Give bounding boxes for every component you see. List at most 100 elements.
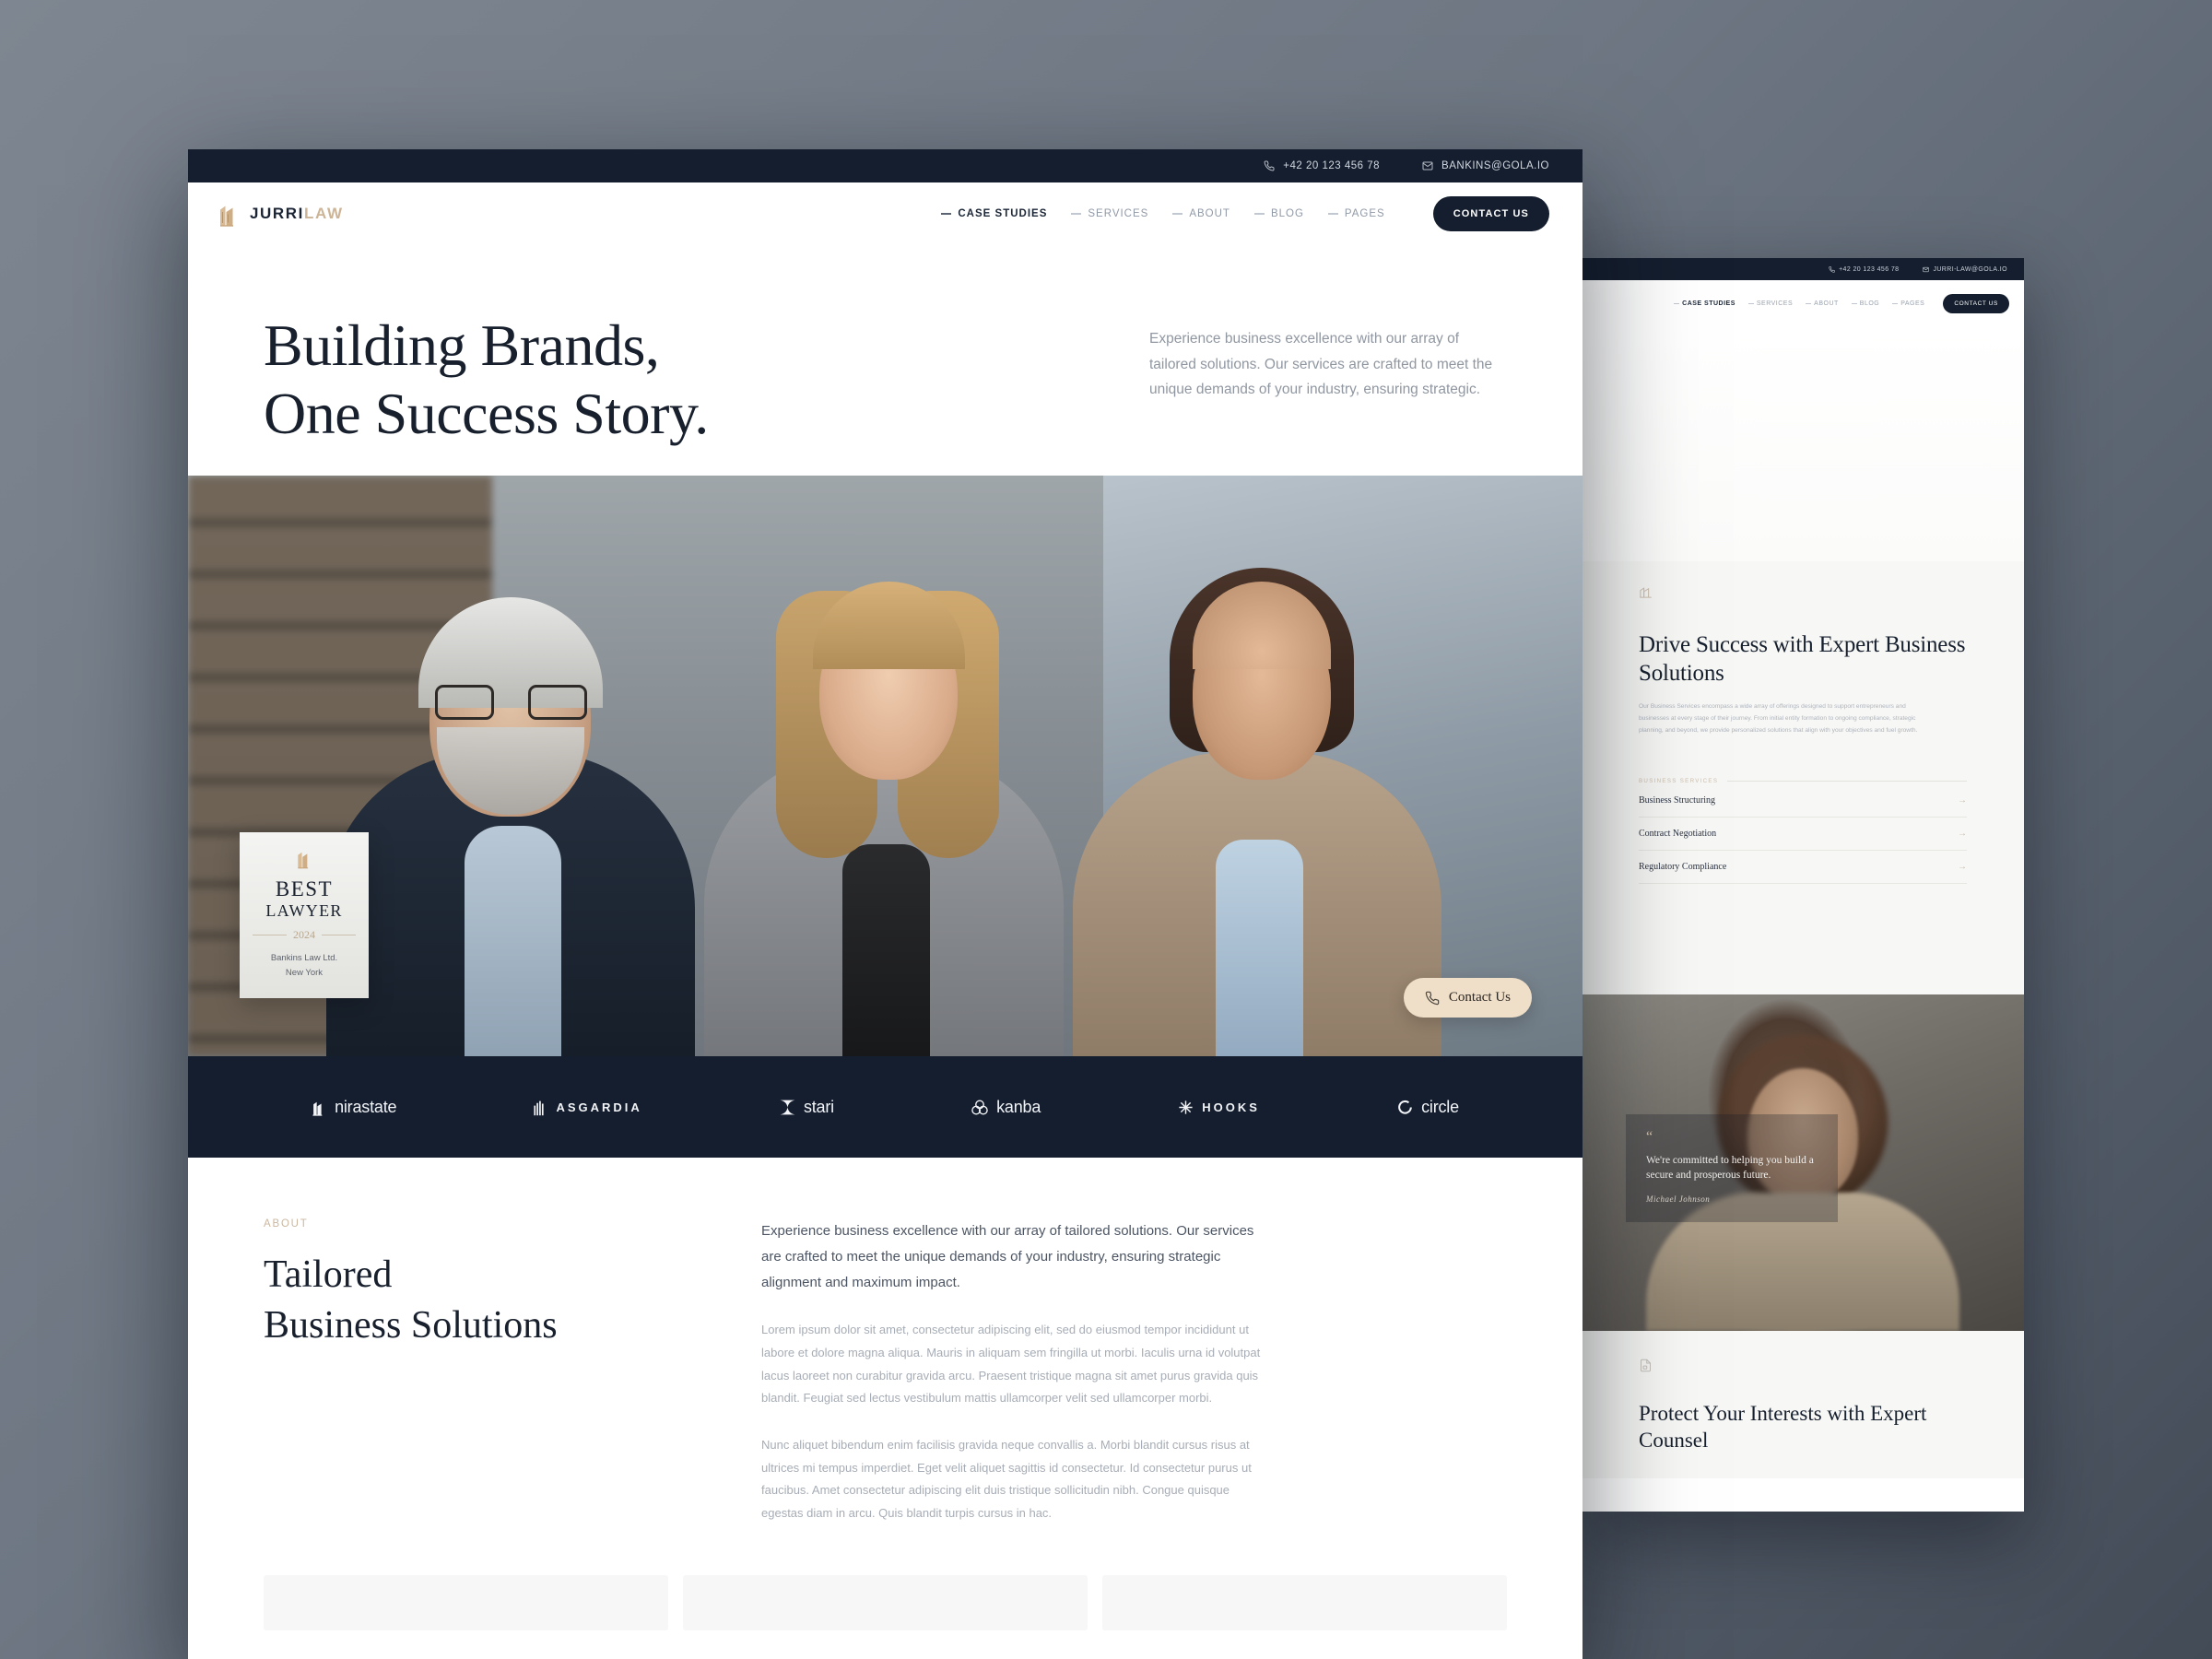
bw-nav-about[interactable]: ABOUT (1806, 300, 1839, 307)
bw-service-item[interactable]: Contract Negotiation → (1639, 818, 1967, 851)
building-badge-icon (298, 852, 309, 869)
circle-icon (1398, 1100, 1412, 1114)
client-logo-circle[interactable]: circle (1396, 1098, 1459, 1117)
nav-label: CASE STUDIES (958, 208, 1048, 219)
bw-service-item[interactable]: Business Structuring → (1639, 784, 1967, 818)
client-logo-hooks[interactable]: HOOKS (1177, 1099, 1260, 1116)
bw-nav-blog[interactable]: BLOG (1851, 300, 1879, 307)
floating-contact-button[interactable]: Contact Us (1403, 978, 1532, 1018)
client-logo-label: nirastate (335, 1097, 397, 1116)
photo-person-right (1073, 540, 1441, 1056)
logo-part-2: LAW (304, 205, 344, 222)
badge-title-2: LAWYER (265, 901, 343, 921)
hero-description-block: Experience business excellence with our … (1149, 312, 1583, 476)
bw-contact-us-button[interactable]: CONTACT US (1943, 293, 2009, 313)
client-logo-kanba[interactable]: kanba (971, 1098, 1041, 1117)
bw-nav-pages[interactable]: PAGES (1892, 300, 1924, 307)
phone-icon (1425, 991, 1440, 1005)
bw-service-item[interactable]: Regulatory Compliance → (1639, 851, 1967, 884)
card-placeholder[interactable] (264, 1574, 668, 1630)
dash-icon (1851, 302, 1857, 304)
best-lawyer-badge: BEST LAWYER 2024 Bankins Law Ltd. New Yo… (240, 832, 369, 998)
bw-services-heading: Drive Success with Expert Business Solut… (1639, 632, 1966, 686)
client-logo-label: circle (1421, 1097, 1459, 1116)
arrow-right-icon: → (1958, 861, 1967, 872)
phone-icon (1829, 265, 1835, 273)
about-heading-block: ABOUT Tailored Business Solutions (264, 1218, 697, 1525)
hero-title-line-2: One Success Story. (264, 381, 709, 447)
client-logo-label: HOOKS (1202, 1100, 1260, 1114)
card-placeholder[interactable] (683, 1574, 1088, 1630)
asterisk-icon (1179, 1100, 1193, 1114)
client-logo-label: stari (803, 1097, 834, 1116)
person-top (842, 844, 930, 1056)
bw-phone[interactable]: +42 20 123 456 78 (1829, 266, 1899, 273)
card-placeholder[interactable] (1102, 1574, 1507, 1630)
client-logo-stari[interactable]: stari (779, 1098, 834, 1117)
dash-icon (1253, 213, 1265, 215)
client-logo-asgardia[interactable]: ASGARDIA (533, 1098, 641, 1116)
badge-firm: Bankins Law Ltd. (270, 952, 338, 963)
bw-service-label: Contract Negotiation (1639, 828, 1717, 839)
nav-label: BLOG (1270, 208, 1304, 219)
about-lead-paragraph: Experience business excellence with our … (761, 1223, 1254, 1290)
bw-testimonial-quote: We're committed to helping you build a s… (1646, 1154, 1814, 1182)
phone-icon (1264, 160, 1275, 171)
dash-icon (1674, 302, 1680, 304)
divider (1727, 780, 1967, 782)
background-browser-window[interactable]: +42 20 123 456 78 JURRI-LAW@GOLA.IO CASE… (1582, 258, 2024, 1512)
nav-item-services[interactable]: SERVICES (1071, 208, 1148, 219)
about-text-block: Experience business excellence with our … (761, 1218, 1264, 1525)
contact-us-button[interactable]: CONTACT US (1432, 196, 1549, 231)
email-contact[interactable]: BANKINS@GOLA.IO (1422, 160, 1549, 171)
building-icon (1640, 587, 1652, 598)
hero-paragraph: Experience business excellence with our … (1149, 331, 1493, 398)
logo-part-1: JURRI (250, 205, 305, 222)
bw-nav-services[interactable]: SERVICES (1747, 300, 1793, 307)
nav-item-blog[interactable]: BLOG (1253, 208, 1304, 219)
bw-testimonial-author: Michael Johnson (1646, 1194, 1711, 1204)
nav-item-pages[interactable]: PAGES (1327, 208, 1385, 219)
person-shirt (1216, 840, 1303, 1056)
bw-services-label: BUSINESS SERVICES (1639, 777, 1719, 784)
bars-icon (534, 1100, 545, 1116)
hero-title-line-1: Building Brands, (264, 312, 660, 378)
bw-phone-text: +42 20 123 456 78 (1839, 265, 1900, 273)
nav-item-case-studies[interactable]: CASE STUDIES (941, 208, 1047, 219)
photo-person-center (704, 540, 1064, 1056)
phone-number: +42 20 123 456 78 (1283, 160, 1381, 171)
phone-contact[interactable]: +42 20 123 456 78 (1264, 160, 1380, 171)
hero-text-block: Building Brands, One Success Story. (188, 312, 709, 476)
bw-email[interactable]: JURRI-LAW@GOLA.IO (1923, 266, 2007, 273)
about-heading-line-2: Business Solutions (264, 1303, 558, 1347)
dash-icon (1747, 302, 1754, 304)
foreground-browser-window[interactable]: +42 20 123 456 78 BANKINS@GOLA.IO JURRIL… (188, 149, 1583, 1659)
badge-city: New York (285, 968, 324, 979)
badge-title-1: BEST (275, 877, 334, 900)
bw-services-paragraph: Our Business Services encompass a wide a… (1639, 703, 1918, 735)
site-logo[interactable]: JURRILAW (218, 201, 344, 227)
nav-label: SERVICES (1088, 208, 1149, 219)
photo-person-left (326, 577, 695, 1056)
bw-nav-case-studies[interactable]: CASE STUDIES (1674, 300, 1735, 307)
client-logo-strip: nirastate ASGARDIA stari kanba HOOKS cir… (188, 1056, 1583, 1158)
client-logo-nirastate[interactable]: nirastate (312, 1097, 397, 1117)
top-contact-bar: +42 20 123 456 78 BANKINS@GOLA.IO (188, 149, 1583, 182)
client-logo-label: kanba (996, 1097, 1041, 1116)
bw-testimonial-photo: “ We're committed to helping you build a… (1582, 994, 2024, 1331)
dash-icon (1327, 213, 1338, 215)
about-eyebrow: ABOUT (264, 1218, 309, 1230)
about-heading: Tailored Business Solutions (264, 1250, 697, 1350)
logo-wordmark: JURRILAW (250, 205, 344, 223)
nav-item-about[interactable]: ABOUT (1172, 208, 1230, 219)
person-shirt (465, 826, 561, 1056)
bw-hero-area (1582, 326, 2024, 561)
dash-icon (941, 213, 952, 215)
arrow-right-icon: → (1958, 794, 1967, 806)
badge-year-row: 2024 (253, 928, 356, 942)
about-heading-line-1: Tailored (264, 1253, 393, 1296)
bw-topbar: +42 20 123 456 78 JURRI-LAW@GOLA.IO (1582, 258, 2024, 280)
contact-pill-label: Contact Us (1448, 990, 1511, 1005)
bw-email-text: JURRI-LAW@GOLA.IO (1933, 265, 2007, 273)
hero-title: Building Brands, One Success Story. (264, 312, 709, 448)
